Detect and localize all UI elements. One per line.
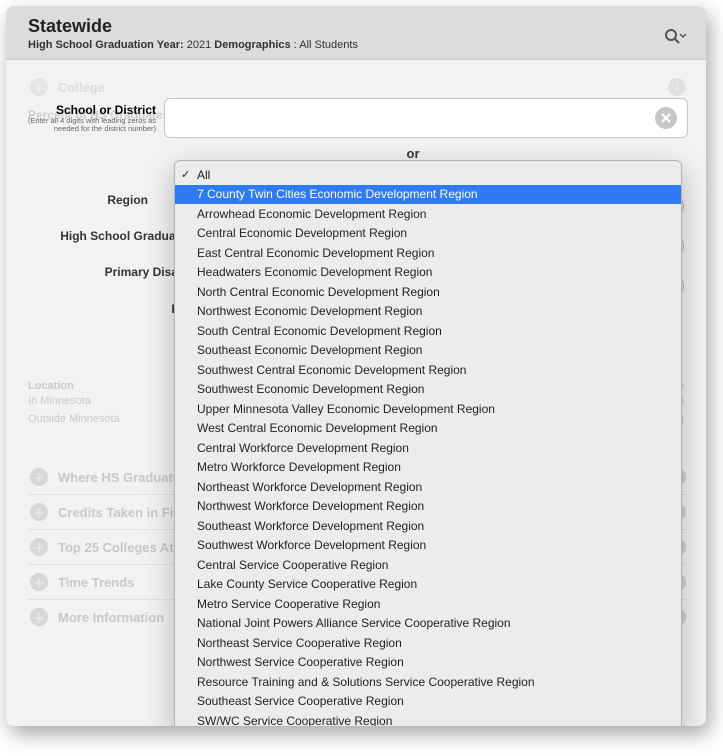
expand-icon: ＋ xyxy=(30,468,48,486)
expand-icon: ＋ xyxy=(30,608,48,626)
region-option[interactable]: SW/WC Service Cooperative Region xyxy=(175,711,681,726)
region-option[interactable]: Central Workforce Development Region xyxy=(175,438,681,458)
or-separator: or xyxy=(138,146,688,161)
race-label-initial: R xyxy=(28,303,192,317)
region-option[interactable]: Southwest Central Economic Development R… xyxy=(175,360,681,380)
header-left: Statewide High School Graduation Year: 2… xyxy=(28,16,662,51)
region-option[interactable]: Headwaters Economic Development Region xyxy=(175,263,681,283)
region-dropdown[interactable]: All7 County Twin Cities Economic Develop… xyxy=(174,160,682,726)
subtitle-demo-value: : All Students xyxy=(294,39,358,51)
region-option[interactable]: Southeast Service Cooperative Region xyxy=(175,692,681,712)
school-search-input[interactable] xyxy=(164,98,688,138)
subtitle-year-label: High School Graduation Year: xyxy=(28,39,184,51)
region-option[interactable]: National Joint Powers Alliance Service C… xyxy=(175,614,681,634)
body: ＋ College i Percent of HS Graduates Atte… xyxy=(6,60,706,726)
region-option[interactable]: Central Service Cooperative Region xyxy=(175,555,681,575)
region-option[interactable]: Southeast Economic Development Region xyxy=(175,341,681,361)
search-menu-button[interactable] xyxy=(662,24,688,50)
expand-icon: ＋ xyxy=(30,503,48,521)
expand-icon: ＋ xyxy=(30,573,48,591)
region-option[interactable]: Northwest Workforce Development Region xyxy=(175,497,681,517)
region-option[interactable]: All xyxy=(175,165,681,185)
region-option[interactable]: Northeast Workforce Development Region xyxy=(175,477,681,497)
region-label: Region xyxy=(28,194,160,208)
region-option[interactable]: Southwest Economic Development Region xyxy=(175,380,681,400)
region-option[interactable]: Arrowhead Economic Development Region xyxy=(175,204,681,224)
expand-icon: ＋ xyxy=(30,538,48,556)
info-icon: i xyxy=(668,78,686,96)
region-option[interactable]: West Central Economic Development Region xyxy=(175,419,681,439)
region-option[interactable]: Northwest Economic Development Region xyxy=(175,302,681,322)
page-subtitle: High School Graduation Year: 2021 Demogr… xyxy=(28,39,662,51)
subtitle-demo-label: Demographics xyxy=(214,39,290,51)
expand-icon: ＋ xyxy=(30,78,48,96)
school-label: School or District xyxy=(28,103,156,117)
region-option[interactable]: Resource Training and & Solutions Servic… xyxy=(175,672,681,692)
region-option[interactable]: Northeast Service Cooperative Region xyxy=(175,633,681,653)
school-row: School or District (Enter all 4 digits w… xyxy=(28,98,688,138)
app-window: Statewide High School Graduation Year: 2… xyxy=(6,6,706,726)
region-option[interactable]: Southeast Workforce Development Region xyxy=(175,516,681,536)
region-option[interactable]: East Central Economic Development Region xyxy=(175,243,681,263)
region-option[interactable]: Metro Workforce Development Region xyxy=(175,458,681,478)
region-option[interactable]: North Central Economic Development Regio… xyxy=(175,282,681,302)
school-hint: (Enter all 4 digits with leading zeros a… xyxy=(28,117,156,134)
region-option[interactable]: Metro Service Cooperative Region xyxy=(175,594,681,614)
region-option[interactable]: Upper Minnesota Valley Economic Developm… xyxy=(175,399,681,419)
region-option[interactable]: South Central Economic Development Regio… xyxy=(175,321,681,341)
magnifier-icon xyxy=(664,28,686,46)
header: Statewide High School Graduation Year: 2… xyxy=(6,6,706,60)
section-college: ＋ College i xyxy=(28,70,688,104)
subtitle-year-value: 2021 xyxy=(187,39,215,51)
page-title: Statewide xyxy=(28,16,662,37)
region-option[interactable]: Central Economic Development Region xyxy=(175,224,681,244)
region-option[interactable]: Southwest Workforce Development Region xyxy=(175,536,681,556)
region-option[interactable]: Lake County Service Cooperative Region xyxy=(175,575,681,595)
clear-icon[interactable] xyxy=(655,107,677,129)
section-college-label: College xyxy=(58,80,668,95)
region-option[interactable]: Northwest Service Cooperative Region xyxy=(175,653,681,673)
region-option[interactable]: 7 County Twin Cities Economic Developmen… xyxy=(175,185,681,205)
